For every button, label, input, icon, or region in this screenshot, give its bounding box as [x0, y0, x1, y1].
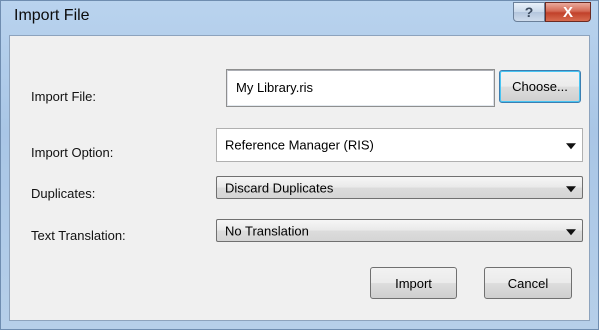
import-button[interactable]: Import: [370, 267, 457, 299]
import-file-dialog: Import File ? X Import File: My Library.…: [0, 0, 599, 330]
chevron-down-icon: [566, 185, 576, 192]
close-icon: X: [562, 3, 573, 21]
text-translation-select[interactable]: No Translation: [216, 219, 583, 242]
close-button[interactable]: X: [545, 2, 591, 22]
import-option-select[interactable]: Reference Manager (RIS): [216, 128, 583, 162]
title-bar[interactable]: Import File ? X: [1, 1, 598, 35]
help-button[interactable]: ?: [513, 2, 545, 22]
text-translation-value: No Translation: [225, 223, 309, 238]
chevron-down-icon: [566, 228, 576, 235]
import-file-input[interactable]: My Library.ris: [226, 69, 495, 107]
import-button-label: Import: [395, 275, 432, 291]
import-file-label: Import File:: [31, 89, 97, 104]
import-file-value: My Library.ris: [236, 80, 314, 95]
window-title: Import File: [14, 7, 90, 24]
help-icon: ?: [524, 4, 534, 20]
cancel-button-label: Cancel: [507, 275, 549, 291]
dialog-body: Import File: My Library.ris Choose... Im…: [9, 35, 590, 321]
choose-button-label: Choose...: [512, 79, 568, 94]
text-translation-label: Text Translation:: [31, 228, 126, 243]
chevron-down-icon: [566, 143, 576, 150]
choose-button[interactable]: Choose...: [499, 70, 581, 103]
import-option-value: Reference Manager (RIS): [225, 137, 374, 153]
import-option-label: Import Option:: [31, 145, 114, 160]
duplicates-select[interactable]: Discard Duplicates: [216, 176, 583, 199]
cancel-button[interactable]: Cancel: [484, 267, 572, 299]
duplicates-label: Duplicates:: [31, 186, 96, 201]
duplicates-value: Discard Duplicates: [225, 180, 334, 195]
